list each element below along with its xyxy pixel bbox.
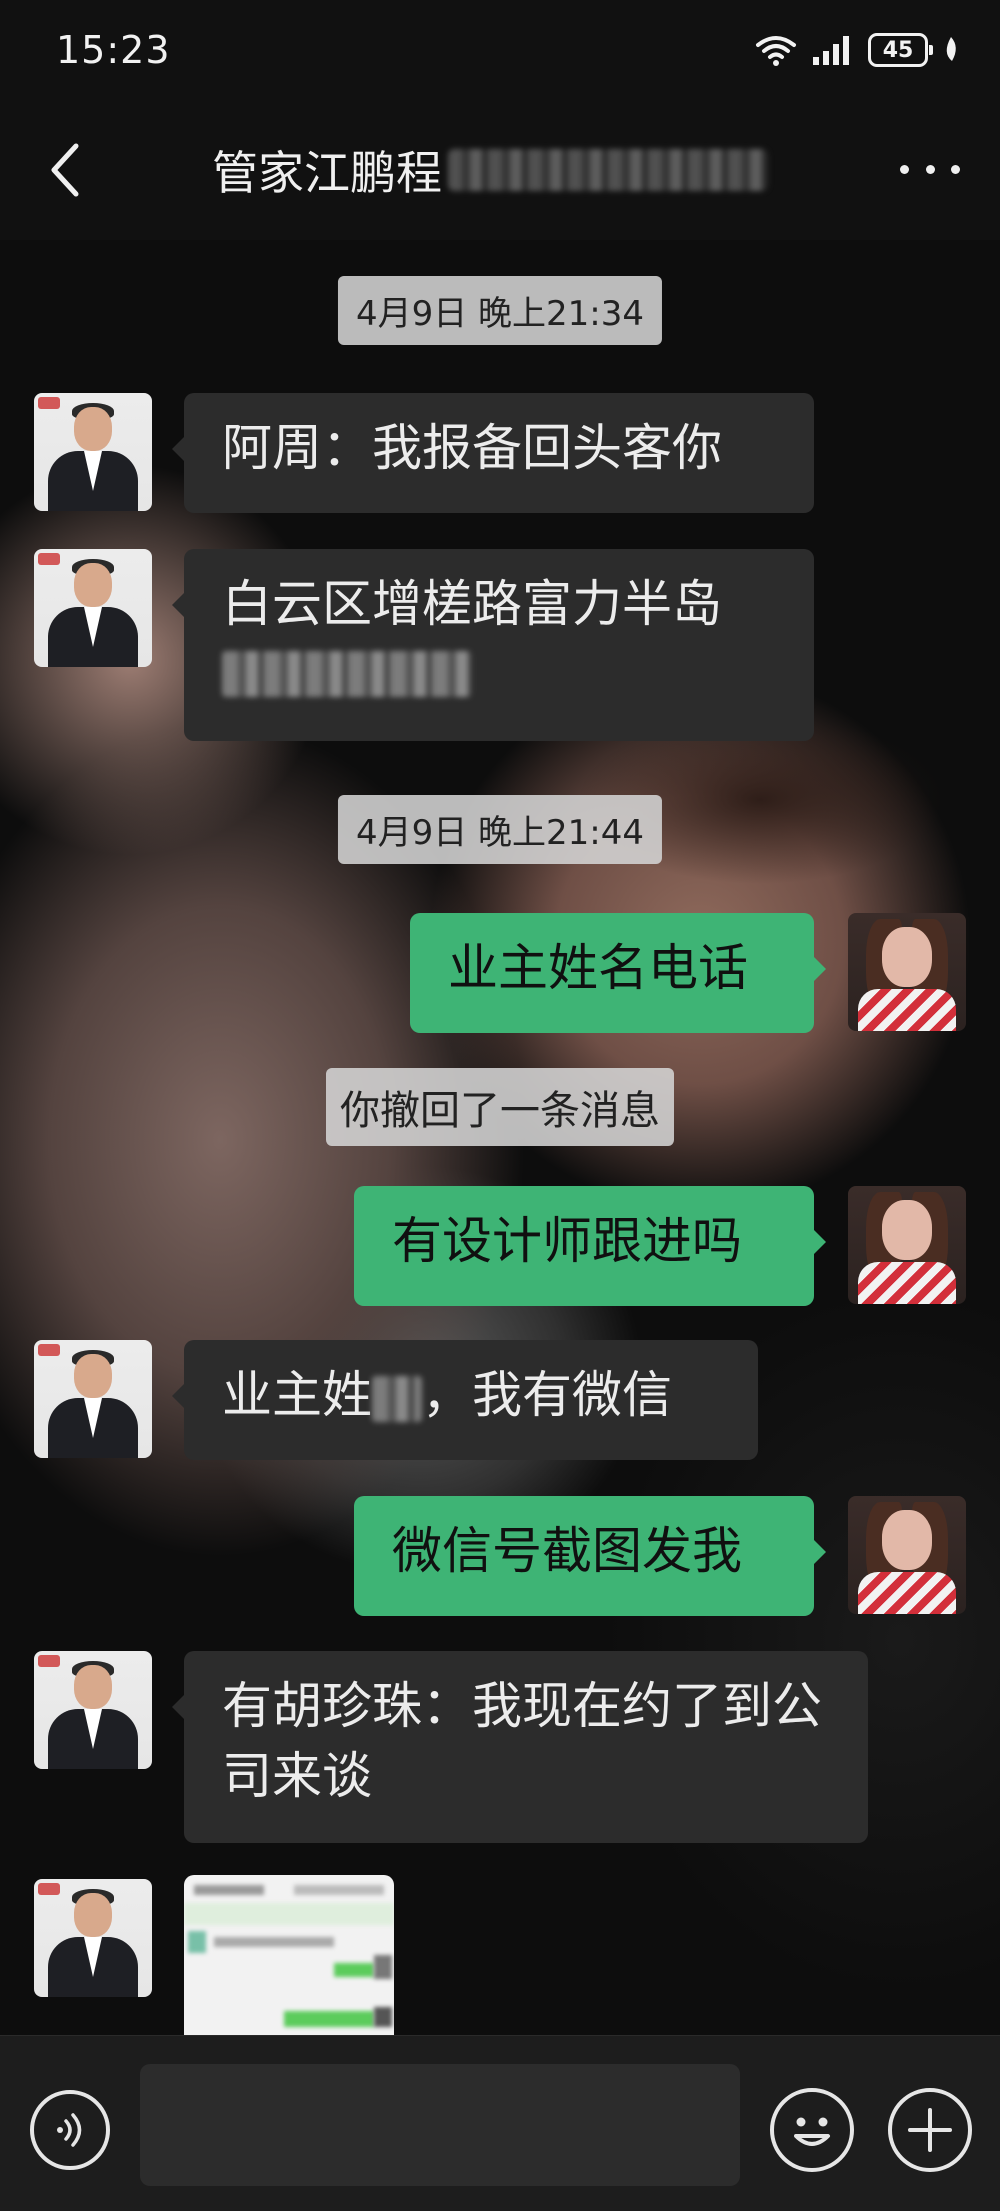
contact-name: 管家江鹏程 [212, 146, 442, 200]
message-text: ，我有微信 [422, 1366, 672, 1424]
battery-icon: 45 [868, 33, 933, 67]
emoji-icon[interactable] [770, 2088, 854, 2172]
redacted-address [222, 651, 472, 697]
message-text: 有设计师跟进吗 [392, 1212, 742, 1270]
user-avatar[interactable] [848, 1496, 966, 1614]
message-input[interactable] [140, 2064, 740, 2186]
message-text: 微信号截图发我 [392, 1522, 742, 1580]
message-bubble-incoming[interactable]: 业主姓 ，我有微信 [172, 1340, 758, 1460]
message-text: 业主姓 [222, 1366, 372, 1424]
chevron-left-icon[interactable] [42, 140, 90, 200]
wifi-icon [756, 36, 796, 66]
message-text: 有胡珍珠：我现在约了到公司来谈 [222, 1677, 822, 1805]
chat-area[interactable]: 4月9日 晚上21:34 阿周：我报备回头客你 白云区增槎路富力半岛 4月9日 … [0, 240, 1000, 2035]
leaf-icon [946, 37, 956, 61]
status-time: 15:23 [56, 28, 171, 72]
user-avatar[interactable] [848, 913, 966, 1031]
voice-wave-icon [57, 2113, 82, 2147]
status-bar: 15:23 45 [0, 0, 1000, 100]
user-avatar[interactable] [848, 1186, 966, 1304]
message-text: 业主姓名电话 [448, 939, 748, 997]
message-bubble-outgoing[interactable]: 业主姓名电话 [410, 913, 826, 1033]
message-text: 白云区增槎路富力半岛 [222, 575, 722, 633]
plus-sign-icon [908, 2108, 952, 2152]
contact-avatar[interactable] [34, 549, 152, 667]
contact-avatar[interactable] [34, 1651, 152, 1769]
message-bubble-incoming[interactable]: 白云区增槎路富力半岛 [172, 549, 814, 741]
redacted-phone [448, 149, 768, 191]
signal-icon [813, 36, 849, 65]
contact-avatar[interactable] [34, 393, 152, 511]
chat-header: 管家江鹏程 [0, 100, 1000, 240]
more-horizontal-icon[interactable] [900, 154, 960, 184]
image-message[interactable] [184, 1875, 394, 2035]
message-bubble-incoming[interactable]: 有胡珍珠：我现在约了到公司来谈 [172, 1651, 868, 1843]
voice-icon[interactable] [30, 2090, 110, 2170]
message-bubble-outgoing[interactable]: 微信号截图发我 [354, 1496, 826, 1616]
battery-level: 45 [882, 37, 914, 63]
message-bubble-incoming[interactable]: 阿周：我报备回头客你 [172, 393, 814, 513]
timestamp: 4月9日 晚上21:34 [337, 276, 663, 345]
smile-face-icon [794, 2117, 830, 2146]
contact-avatar[interactable] [34, 1879, 152, 1997]
contact-avatar[interactable] [34, 1340, 152, 1458]
status-icons: 45 [754, 28, 960, 72]
chat-title: 管家江鹏程 [212, 134, 768, 206]
redacted-surname [372, 1375, 422, 1422]
input-bar [0, 2035, 1000, 2211]
message-text: 阿周：我报备回头客你 [222, 419, 722, 477]
timestamp: 4月9日 晚上21:44 [337, 795, 663, 864]
message-bubble-outgoing[interactable]: 有设计师跟进吗 [354, 1186, 826, 1306]
recall-notice: 你撤回了一条消息 [326, 1068, 674, 1146]
plus-icon[interactable] [888, 2088, 972, 2172]
